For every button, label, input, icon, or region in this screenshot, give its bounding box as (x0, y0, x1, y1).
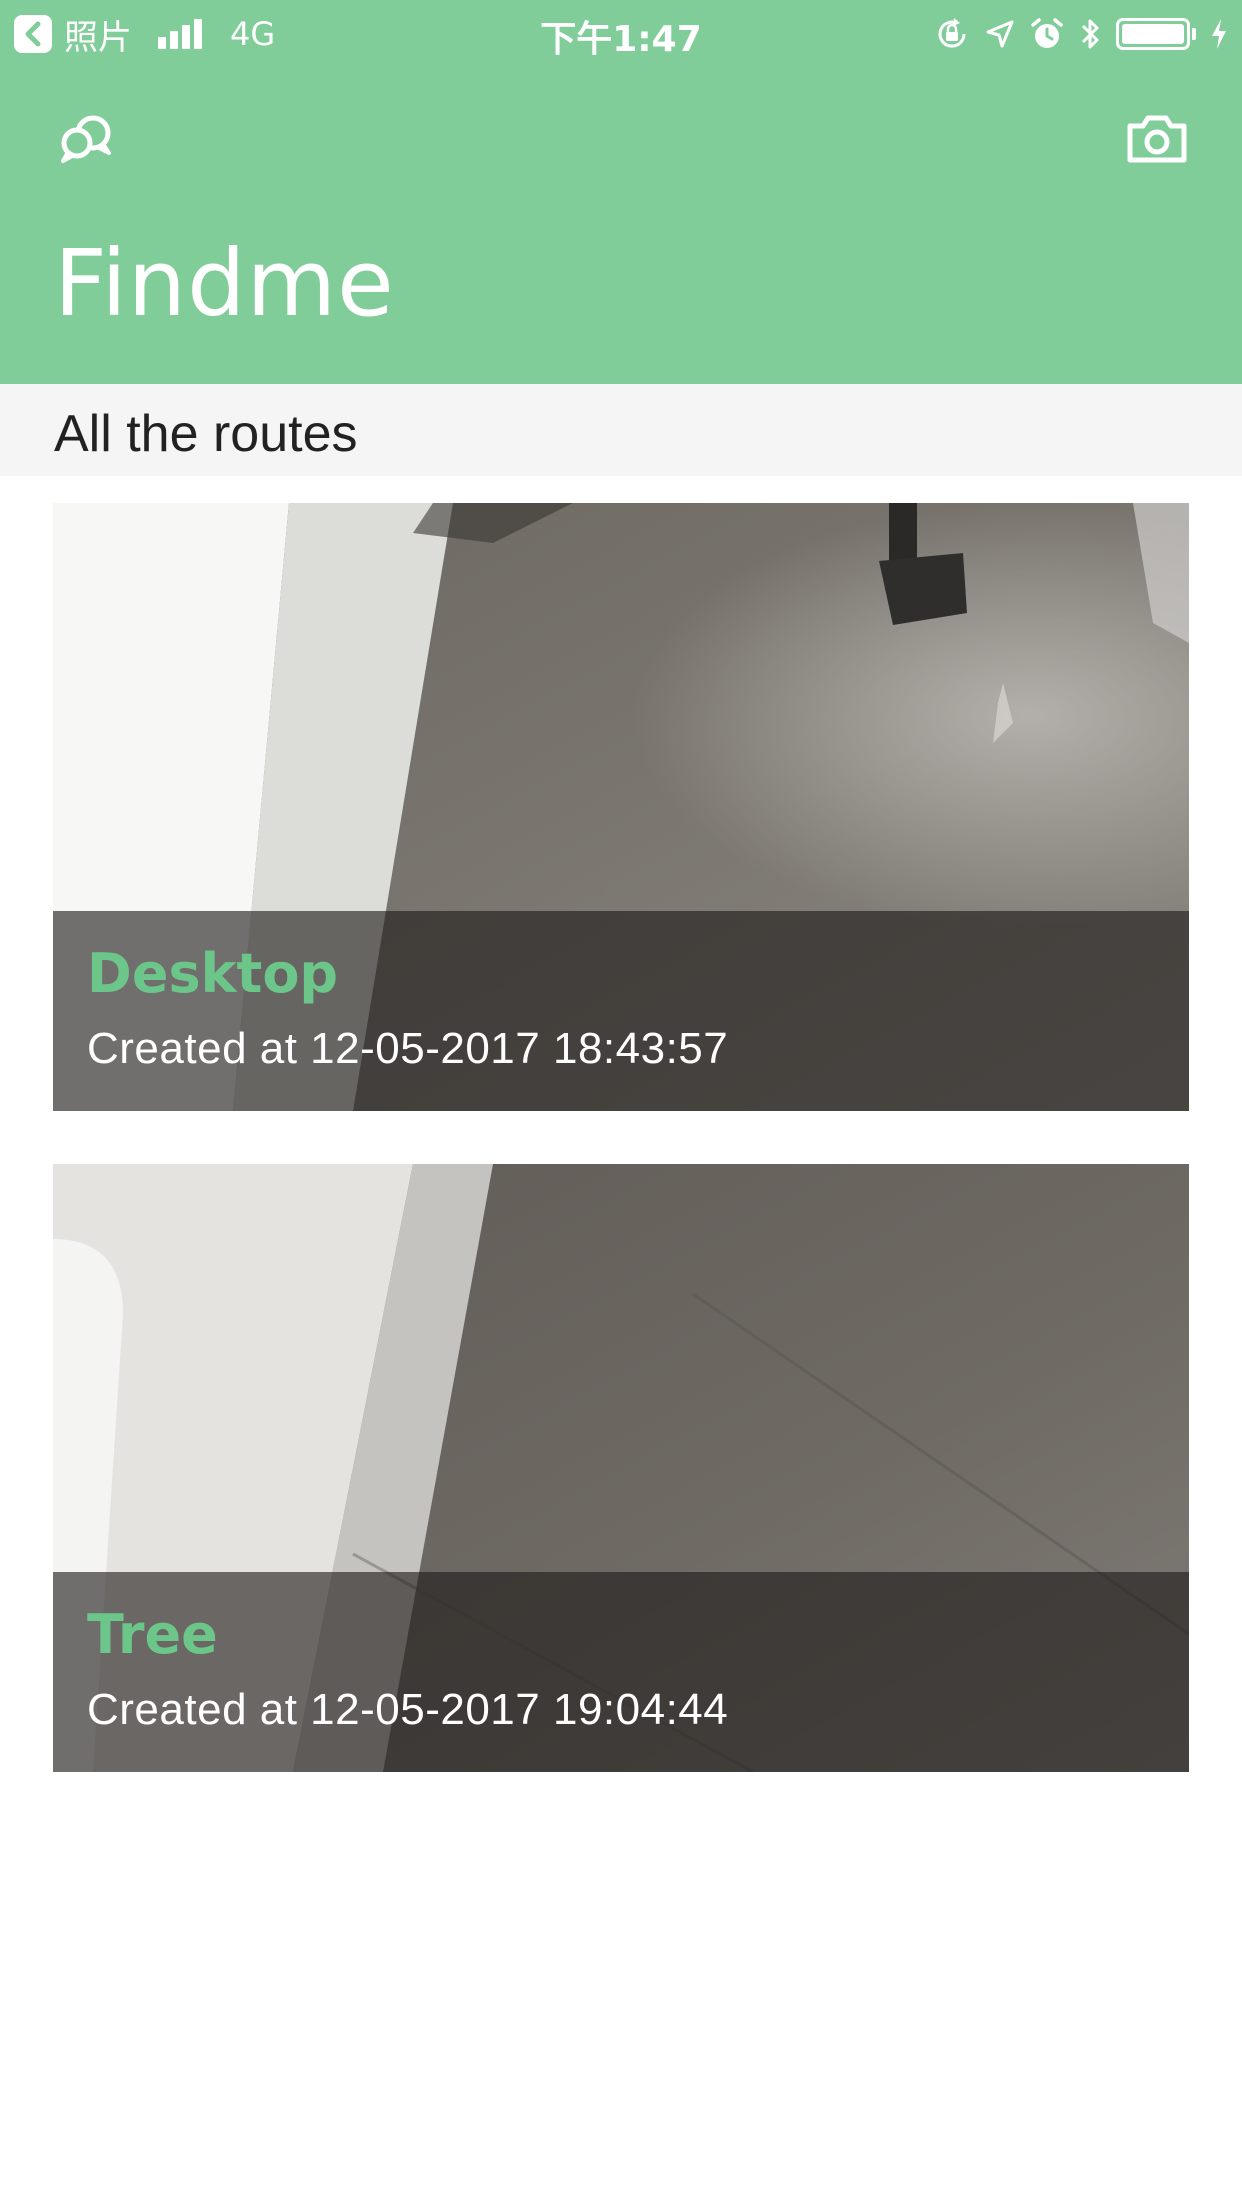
orientation-lock-icon (934, 16, 970, 52)
bluetooth-icon (1078, 16, 1102, 52)
status-bar-right (920, 12, 1228, 56)
app-header: Findme (0, 68, 1242, 384)
chat-button[interactable] (52, 104, 122, 174)
camera-icon (1127, 115, 1187, 163)
route-created-date: Created at 12-05-2017 18:43:57 (87, 1024, 729, 1073)
section-title: All the routes (54, 405, 358, 463)
route-created-date: Created at 12-05-2017 19:04:44 (87, 1685, 729, 1734)
location-arrow-icon (984, 18, 1016, 50)
camera-button[interactable] (1122, 104, 1192, 174)
route-name: Desktop (87, 942, 339, 1005)
route-card[interactable]: Desktop Created at 12-05-2017 18:43:57 (53, 503, 1189, 1111)
route-name: Tree (87, 1603, 218, 1666)
route-info-overlay: Tree Created at 12-05-2017 19:04:44 (53, 1572, 1189, 1772)
app-title: Findme (54, 230, 395, 337)
battery-icon (1116, 18, 1196, 50)
charging-icon (1210, 18, 1228, 50)
alarm-icon (1030, 17, 1064, 51)
status-bar: 照片 4G 下午1:47 (0, 0, 1242, 68)
chat-bubbles-icon (61, 115, 111, 163)
route-info-overlay: Desktop Created at 12-05-2017 18:43:57 (53, 911, 1189, 1111)
section-header: All the routes (0, 384, 1242, 476)
route-card[interactable]: Tree Created at 12-05-2017 19:04:44 (53, 1164, 1189, 1772)
